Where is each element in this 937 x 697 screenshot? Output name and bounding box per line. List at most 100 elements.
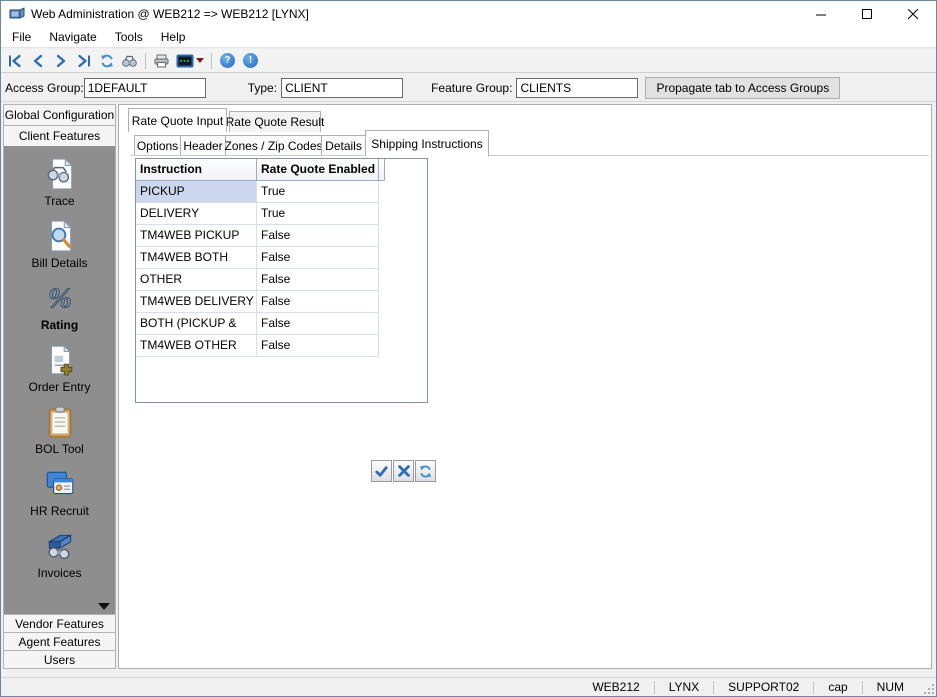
- title-bar: Web Administration @ WEB212 => WEB212 [L…: [1, 1, 936, 27]
- menu-navigate[interactable]: Navigate: [40, 28, 105, 46]
- subtab-details[interactable]: Details: [321, 135, 366, 155]
- table-row[interactable]: TM4WEB BOTH False: [136, 247, 427, 269]
- header-form: Access Group: Type: Feature Group: Propa…: [1, 74, 936, 102]
- svg-text:%: %: [48, 283, 72, 315]
- invoices-icon: [46, 534, 73, 560]
- sidebar-item-trace[interactable]: Trace: [4, 157, 115, 219]
- sidebar-button-agent-features[interactable]: Agent Features: [3, 632, 116, 651]
- refresh-icon: [420, 465, 431, 477]
- sidebar-item-invoices[interactable]: Invoices: [4, 529, 115, 591]
- cell-rate-quote-enabled[interactable]: True: [257, 181, 379, 203]
- feature-group-input[interactable]: [516, 77, 639, 98]
- sidebar-item-label: HR Recruit: [30, 504, 89, 518]
- sidebar: Global Configuration Client Features Tra…: [3, 104, 116, 669]
- trace-icon: [47, 157, 73, 190]
- access-group-input[interactable]: [83, 77, 206, 98]
- grid-action-buttons: [371, 460, 436, 482]
- table-row[interactable]: TM4WEB PICKUP False: [136, 225, 427, 247]
- propagate-button[interactable]: Propagate tab to Access Groups: [645, 76, 841, 99]
- table-row[interactable]: DELIVERY True: [136, 203, 427, 225]
- sidebar-item-hr-recruit[interactable]: HR Recruit: [4, 467, 115, 529]
- refresh-icon: [100, 54, 113, 67]
- previous-record-icon: [33, 54, 42, 67]
- feature-group-label: Feature Group:: [431, 80, 513, 95]
- dropdown-arrow-icon: [196, 58, 204, 63]
- next-record-icon: [56, 54, 65, 67]
- close-icon: [907, 8, 918, 19]
- help-button[interactable]: ?: [216, 50, 239, 71]
- feature-panel: Trace Bill Details % Rating Order Entry …: [3, 146, 116, 615]
- console-dropdown-button[interactable]: [173, 50, 207, 71]
- sidebar-button-global-configuration[interactable]: Global Configuration: [3, 104, 116, 126]
- table-row[interactable]: PICKUP True: [136, 181, 427, 203]
- type-input[interactable]: [281, 77, 404, 98]
- cell-rate-quote-enabled[interactable]: False: [257, 335, 379, 357]
- cell-rate-quote-enabled[interactable]: False: [257, 247, 379, 269]
- table-row[interactable]: TM4WEB OTHER False: [136, 335, 427, 357]
- first-record-button[interactable]: [3, 50, 26, 71]
- about-button[interactable]: !: [239, 50, 262, 71]
- sidebar-button-vendor-features[interactable]: Vendor Features: [3, 614, 116, 633]
- refresh-grid-button[interactable]: [415, 460, 436, 482]
- main-panel: Rate Quote Input Rate Quote Result Optio…: [118, 104, 932, 669]
- minimize-icon: [815, 14, 826, 15]
- cell-rate-quote-enabled[interactable]: False: [257, 291, 379, 313]
- cell-rate-quote-enabled[interactable]: False: [257, 313, 379, 335]
- subtab-options[interactable]: Options: [134, 135, 181, 155]
- sidebar-item-bol-tool[interactable]: BOL Tool: [4, 405, 115, 467]
- menu-tools[interactable]: Tools: [106, 28, 152, 46]
- cell-instruction[interactable]: TM4WEB PICKUP: [136, 225, 257, 247]
- column-header-filler: [379, 159, 385, 181]
- previous-record-button[interactable]: [26, 50, 49, 71]
- first-record-icon: [8, 54, 21, 67]
- subtab-shipping-instructions[interactable]: Shipping Instructions: [365, 130, 489, 156]
- cell-instruction[interactable]: DELIVERY: [136, 203, 257, 225]
- cell-instruction[interactable]: PICKUP: [136, 181, 257, 203]
- next-record-button[interactable]: [49, 50, 72, 71]
- access-group-label: Access Group:: [5, 80, 84, 95]
- toolbar: ? !: [1, 49, 936, 73]
- app-icon: [9, 7, 25, 19]
- tab-rate-quote-result[interactable]: Rate Quote Result: [226, 111, 324, 132]
- subtab-header[interactable]: Header: [180, 135, 226, 155]
- table-row[interactable]: BOTH (PICKUP & False: [136, 313, 427, 335]
- cell-instruction[interactable]: TM4WEB DELIVERY: [136, 291, 257, 313]
- sidebar-button-client-features[interactable]: Client Features: [3, 125, 116, 147]
- find-button[interactable]: [118, 50, 141, 71]
- print-button[interactable]: [150, 50, 173, 71]
- cell-instruction[interactable]: BOTH (PICKUP &: [136, 313, 257, 335]
- refresh-button[interactable]: [95, 50, 118, 71]
- sidebar-item-label: BOL Tool: [35, 442, 84, 456]
- status-company: LYNX: [668, 680, 700, 694]
- last-record-button[interactable]: [72, 50, 95, 71]
- scroll-down-icon[interactable]: [98, 603, 110, 610]
- cell-rate-quote-enabled[interactable]: False: [257, 269, 379, 291]
- sidebar-button-users[interactable]: Users: [3, 650, 116, 669]
- minimize-button[interactable]: [798, 1, 844, 27]
- close-button[interactable]: [890, 1, 936, 27]
- cell-instruction[interactable]: OTHER: [136, 269, 257, 291]
- column-header-rate-quote-enabled[interactable]: Rate Quote Enabled: [257, 159, 379, 181]
- maximize-button[interactable]: [844, 1, 890, 27]
- cell-rate-quote-enabled[interactable]: True: [257, 203, 379, 225]
- toolbar-separator: [211, 52, 212, 69]
- menu-file[interactable]: File: [3, 28, 40, 46]
- table-row[interactable]: TM4WEB DELIVERY False: [136, 291, 427, 313]
- cell-instruction[interactable]: TM4WEB OTHER: [136, 335, 257, 357]
- cell-rate-quote-enabled[interactable]: False: [257, 225, 379, 247]
- subtab-zones-zip-codes[interactable]: Zones / Zip Codes: [224, 135, 323, 155]
- sidebar-item-bill-details[interactable]: Bill Details: [4, 219, 115, 281]
- resize-grip[interactable]: [920, 680, 936, 696]
- cell-instruction[interactable]: TM4WEB BOTH: [136, 247, 257, 269]
- tab-rate-quote-input[interactable]: Rate Quote Input: [128, 108, 227, 132]
- column-header-instruction[interactable]: Instruction: [136, 159, 257, 181]
- sidebar-item-rating[interactable]: % Rating: [4, 281, 115, 343]
- apply-button[interactable]: [371, 460, 392, 482]
- status-caps: cap: [828, 680, 848, 694]
- cancel-button[interactable]: [393, 460, 414, 482]
- toolbar-separator: [145, 52, 146, 69]
- status-bar: WEB212 LYNX SUPPORT02 cap NUM: [1, 677, 936, 696]
- sidebar-item-order-entry[interactable]: Order Entry: [4, 343, 115, 405]
- menu-help[interactable]: Help: [152, 28, 195, 46]
- table-row[interactable]: OTHER False: [136, 269, 427, 291]
